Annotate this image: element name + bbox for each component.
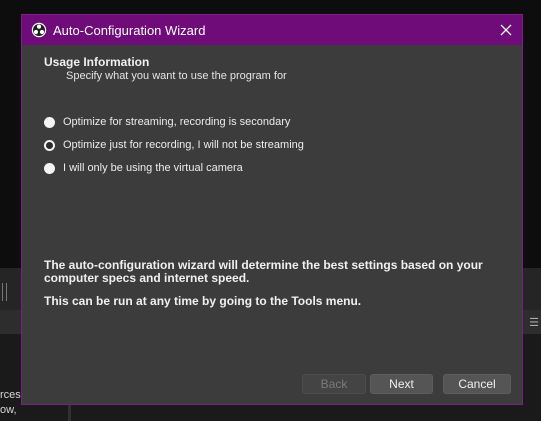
option-label: Optimize just for recording, I will not … <box>63 139 304 151</box>
next-button[interactable]: Next <box>370 374 433 394</box>
option-virtual-camera[interactable]: I will only be using the virtual camera <box>44 160 243 176</box>
auto-config-wizard-dialog: Auto-Configuration Wizard Usage Informat… <box>21 14 523 405</box>
section-heading: Usage Information <box>44 55 150 69</box>
option-streaming[interactable]: Optimize for streaming, recording is sec… <box>44 114 290 130</box>
obs-logo-icon <box>31 22 47 38</box>
panel-icon[interactable]: ☰ <box>529 316 539 329</box>
window-title: Auto-Configuration Wizard <box>53 23 206 38</box>
info-text-tools-menu: This can be run at any time by going to … <box>44 294 362 308</box>
radio-button-unchecked[interactable] <box>44 162 55 174</box>
close-button[interactable] <box>490 15 522 45</box>
background-text-2: ow, <box>0 404 17 416</box>
back-button[interactable]: Back <box>302 374 366 394</box>
section-subheading: Specify what you want to use the program… <box>66 70 287 82</box>
radio-button-checked[interactable] <box>44 139 55 151</box>
option-label: I will only be using the virtual camera <box>63 162 243 174</box>
close-icon <box>500 24 512 36</box>
info-text-settings: The auto-configuration wizard will deter… <box>44 258 483 285</box>
title-bar[interactable]: Auto-Configuration Wizard <box>22 15 522 45</box>
toolbar-drag-handle[interactable] <box>2 283 7 301</box>
option-label: Optimize for streaming, recording is sec… <box>63 116 291 128</box>
radio-button-unchecked[interactable] <box>44 116 55 128</box>
option-recording[interactable]: Optimize just for recording, I will not … <box>44 137 304 153</box>
cancel-button[interactable]: Cancel <box>443 374 511 394</box>
